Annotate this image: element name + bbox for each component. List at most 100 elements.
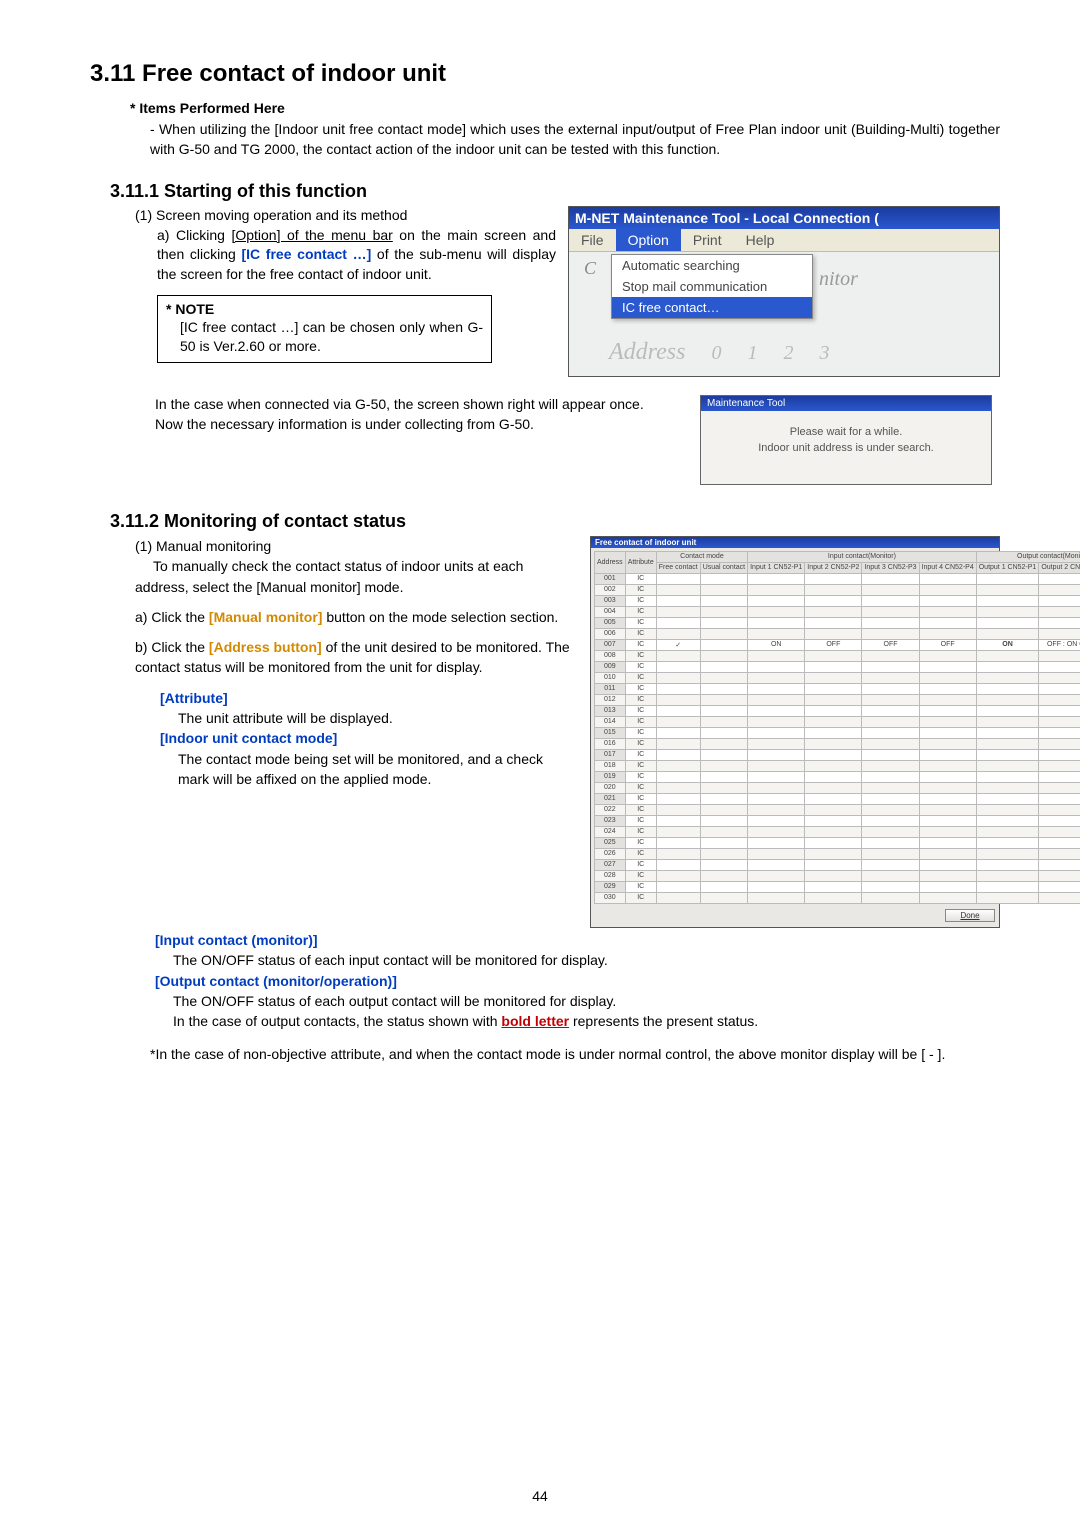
table-cell bbox=[976, 727, 1039, 738]
table-cell: IC bbox=[625, 727, 656, 738]
address-cell[interactable]: 006 bbox=[595, 628, 626, 639]
address-cell[interactable]: 002 bbox=[595, 584, 626, 595]
address-cell[interactable]: 019 bbox=[595, 771, 626, 782]
table-cell bbox=[976, 859, 1039, 870]
address-cell[interactable]: 012 bbox=[595, 694, 626, 705]
table-cell bbox=[976, 672, 1039, 683]
address-cell[interactable]: 013 bbox=[595, 705, 626, 716]
table-row: 012IC bbox=[595, 694, 1080, 705]
table-cell bbox=[1039, 727, 1080, 738]
table-cell bbox=[862, 716, 919, 727]
menu-option[interactable]: Option bbox=[616, 229, 681, 251]
table-cell bbox=[1039, 881, 1080, 892]
address-cell[interactable]: 021 bbox=[595, 793, 626, 804]
table-cell bbox=[1039, 782, 1080, 793]
table-cell bbox=[1039, 606, 1080, 617]
step-3112-1a-post: button on the mode selection section. bbox=[322, 609, 558, 625]
table-cell bbox=[656, 826, 700, 837]
table-cell bbox=[1039, 650, 1080, 661]
menu-help[interactable]: Help bbox=[734, 229, 787, 251]
table-cell bbox=[748, 859, 805, 870]
address-cell[interactable]: 015 bbox=[595, 727, 626, 738]
table-cell bbox=[700, 804, 747, 815]
address-cell[interactable]: 014 bbox=[595, 716, 626, 727]
table-cell bbox=[748, 793, 805, 804]
table-cell bbox=[805, 749, 862, 760]
table-cell bbox=[976, 892, 1039, 903]
table-cell: IC bbox=[625, 881, 656, 892]
table-cell bbox=[919, 892, 976, 903]
table-cell bbox=[862, 826, 919, 837]
address-num-3: 3 bbox=[819, 342, 829, 365]
address-cell[interactable]: 018 bbox=[595, 760, 626, 771]
table-cell bbox=[862, 672, 919, 683]
table-row: 013IC bbox=[595, 705, 1080, 716]
output-contact-desc1: The ON/OFF status of each output contact… bbox=[173, 991, 1000, 1011]
address-cell[interactable]: 005 bbox=[595, 617, 626, 628]
table-cell bbox=[700, 683, 747, 694]
address-cell[interactable]: 016 bbox=[595, 738, 626, 749]
address-cell[interactable]: 028 bbox=[595, 870, 626, 881]
table-cell bbox=[805, 738, 862, 749]
address-cell[interactable]: 022 bbox=[595, 804, 626, 815]
step-1a: a) Clicking [Option] of the menu bar on … bbox=[157, 226, 556, 285]
table-cell bbox=[700, 716, 747, 727]
table-cell bbox=[919, 738, 976, 749]
table-cell bbox=[1039, 672, 1080, 683]
table-row: 027IC bbox=[595, 859, 1080, 870]
table-cell bbox=[919, 595, 976, 606]
table-cell bbox=[748, 870, 805, 881]
table-cell bbox=[748, 848, 805, 859]
table-cell bbox=[976, 606, 1039, 617]
address-cell[interactable]: 030 bbox=[595, 892, 626, 903]
address-cell[interactable]: 001 bbox=[595, 573, 626, 584]
address-cell[interactable]: 027 bbox=[595, 859, 626, 870]
address-cell[interactable]: 017 bbox=[595, 749, 626, 760]
address-cell[interactable]: 010 bbox=[595, 672, 626, 683]
dropdown-automatic-searching[interactable]: Automatic searching bbox=[612, 255, 812, 276]
table-cell bbox=[656, 705, 700, 716]
address-button-link[interactable]: [Address button] bbox=[209, 639, 322, 655]
address-cell[interactable]: 023 bbox=[595, 815, 626, 826]
table-row: 026IC bbox=[595, 848, 1080, 859]
address-cell[interactable]: 003 bbox=[595, 595, 626, 606]
table-cell bbox=[919, 859, 976, 870]
table-cell bbox=[748, 661, 805, 672]
th-i4: Input 4 CN52-P4 bbox=[919, 562, 976, 573]
address-cell[interactable]: 020 bbox=[595, 782, 626, 793]
table-cell bbox=[805, 870, 862, 881]
table-cell bbox=[805, 859, 862, 870]
th-group-input: Input contact(Monitor) bbox=[748, 551, 977, 562]
address-cell[interactable]: 004 bbox=[595, 606, 626, 617]
table-cell bbox=[805, 892, 862, 903]
address-cell[interactable]: 025 bbox=[595, 837, 626, 848]
table-cell bbox=[1039, 859, 1080, 870]
done-button[interactable]: Done bbox=[945, 909, 995, 922]
table-cell bbox=[700, 771, 747, 782]
table-cell bbox=[700, 727, 747, 738]
menu-file[interactable]: File bbox=[569, 229, 616, 251]
address-cell[interactable]: 029 bbox=[595, 881, 626, 892]
table-cell bbox=[700, 617, 747, 628]
ic-free-contact-link[interactable]: [IC free contact …] bbox=[241, 246, 371, 262]
menu-print[interactable]: Print bbox=[681, 229, 734, 251]
table-cell bbox=[862, 749, 919, 760]
table-cell bbox=[656, 782, 700, 793]
table-cell bbox=[919, 584, 976, 595]
address-cell[interactable]: 026 bbox=[595, 848, 626, 859]
footnote: *In the case of non-objective attribute,… bbox=[150, 1045, 1000, 1065]
address-cell[interactable]: 007 bbox=[595, 639, 626, 650]
address-cell[interactable]: 009 bbox=[595, 661, 626, 672]
table-cell bbox=[976, 815, 1039, 826]
table-cell bbox=[976, 804, 1039, 815]
table-cell bbox=[805, 848, 862, 859]
manual-monitor-link[interactable]: [Manual monitor] bbox=[209, 609, 323, 625]
address-cell[interactable]: 011 bbox=[595, 683, 626, 694]
dropdown-stop-mail[interactable]: Stop mail communication bbox=[612, 276, 812, 297]
dropdown-ic-free-contact[interactable]: IC free contact… bbox=[612, 297, 812, 318]
table-cell bbox=[805, 573, 862, 584]
address-cell[interactable]: 024 bbox=[595, 826, 626, 837]
input-contact-label: [Input contact (monitor)] bbox=[155, 930, 1000, 950]
address-cell[interactable]: 008 bbox=[595, 650, 626, 661]
table-cell bbox=[1039, 848, 1080, 859]
